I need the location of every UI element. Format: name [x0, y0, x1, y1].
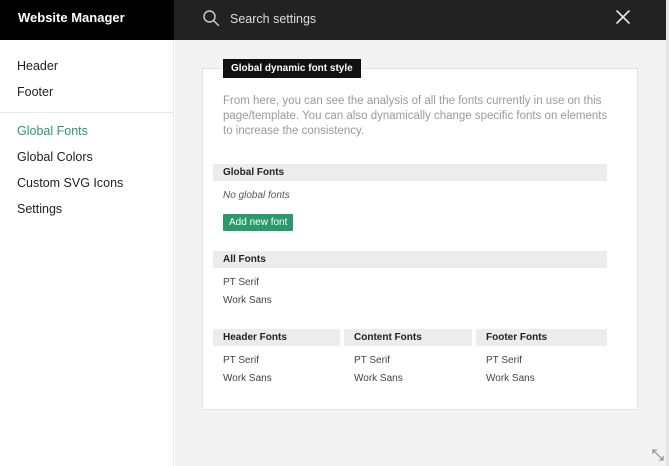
no-global-fonts-note: No global fonts [223, 190, 290, 201]
add-new-font-button[interactable]: Add new font [223, 214, 294, 231]
header-fonts-item: Work Sans [223, 373, 272, 384]
sidebar-item-custom-svg-icons[interactable]: Custom SVG Icons [0, 170, 173, 196]
sidebar-item-settings[interactable]: Settings [0, 196, 173, 222]
section-all-fonts-title: All Fonts [213, 251, 607, 268]
footer-fonts-item: PT Serif [486, 355, 522, 366]
sidebar-group-globals: Global Fonts Global Colors Custom SVG Ic… [0, 118, 173, 222]
sidebar-item-footer[interactable]: Footer [0, 79, 173, 105]
card-description: From here, you can see the analysis of a… [223, 95, 608, 137]
sidebar-group-layout: Header Footer [0, 40, 173, 105]
section-header-fonts-title: Header Fonts [213, 329, 340, 346]
sidebar-item-global-colors[interactable]: Global Colors [0, 144, 173, 170]
all-fonts-item: PT Serif [223, 277, 259, 288]
all-fonts-item: Work Sans [223, 295, 272, 306]
close-icon[interactable] [615, 9, 631, 25]
card-tag: Global dynamic font style [223, 59, 361, 78]
top-bar [174, 0, 666, 40]
sidebar-divider [0, 112, 173, 113]
footer-fonts-item: Work Sans [486, 373, 535, 384]
resize-handle-icon[interactable] [651, 448, 665, 462]
search-input[interactable] [230, 8, 610, 30]
sidebar-nav: Header Footer Global Fonts Global Colors… [0, 40, 174, 466]
section-content-fonts-title: Content Fonts [344, 329, 472, 346]
main-panel: Global dynamic font style From here, you… [175, 40, 666, 466]
header-fonts-item: PT Serif [223, 355, 259, 366]
section-footer-fonts-title: Footer Fonts [476, 329, 607, 346]
content-fonts-item: Work Sans [354, 373, 403, 384]
sidebar-item-global-fonts[interactable]: Global Fonts [0, 118, 173, 144]
app-title: Website Manager [0, 0, 174, 40]
content-fonts-item: PT Serif [354, 355, 390, 366]
font-style-card: Global dynamic font style From here, you… [202, 59, 638, 410]
sidebar-item-header[interactable]: Header [0, 53, 173, 79]
section-global-fonts-title: Global Fonts [213, 164, 607, 181]
search-icon [203, 10, 220, 27]
